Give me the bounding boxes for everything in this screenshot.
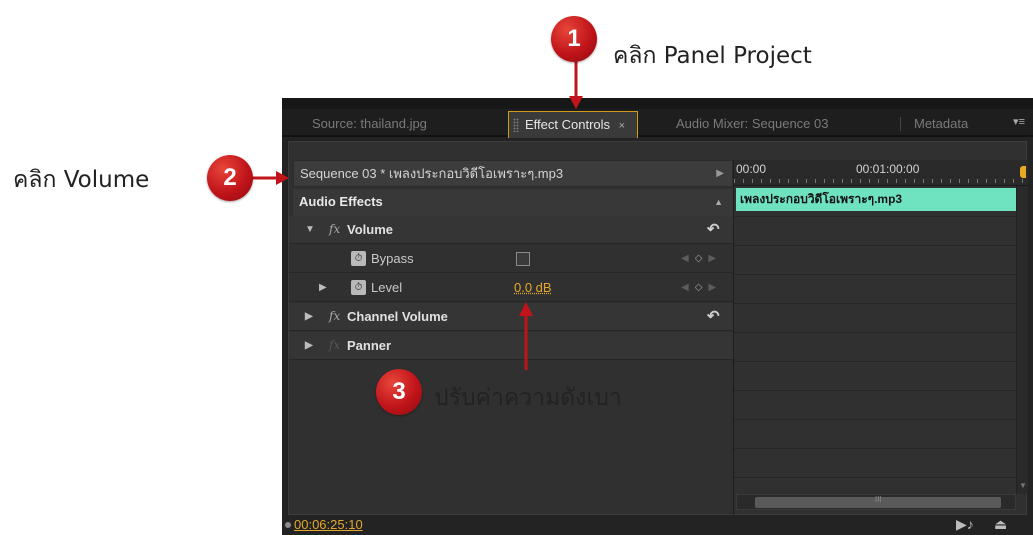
stopwatch-icon[interactable]: ⏱: [351, 280, 366, 295]
fx-icon[interactable]: fx: [329, 303, 340, 330]
scroll-grip: III: [875, 495, 882, 504]
audio-effects-header: Audio Effects ▲: [293, 189, 733, 217]
horizontal-scrollbar[interactable]: III: [736, 494, 1016, 510]
step-1-callout: 1: [551, 16, 597, 62]
panel-tab-bar: Source: thailand.jpg Effect Controls × A…: [282, 109, 1033, 138]
tab-metadata[interactable]: Metadata: [902, 111, 980, 137]
current-timecode[interactable]: 00:06:25:10: [294, 517, 363, 532]
scroll-thumb[interactable]: III: [755, 495, 1001, 508]
channel-volume-label: Channel Volume: [347, 309, 448, 324]
panel-menu-icon[interactable]: ▾≡: [1013, 115, 1025, 128]
panel-footer: 00:06:25:10 ▶♪ ⏏: [282, 515, 1033, 535]
expand-right-icon[interactable]: ▶: [305, 332, 313, 359]
sequence-label: Sequence 03 * เพลงประกอบวิดีโอเพราะๆ.mp3: [300, 166, 564, 181]
step-3-text: ปรับค่าความดังเบา: [434, 385, 622, 411]
ruler-ticks: [734, 179, 1028, 183]
level-value[interactable]: 0.0 dB: [514, 274, 552, 301]
tab-effect-controls[interactable]: Effect Controls ×: [508, 111, 639, 138]
playhead-marker[interactable]: [1020, 166, 1026, 178]
step-3-arrow: [519, 302, 533, 370]
expand-down-icon[interactable]: ▼: [305, 216, 315, 243]
step-1-text: คลิก Panel Project: [613, 43, 812, 69]
vertical-scrollbar[interactable]: ▼: [1016, 186, 1028, 494]
step-2-arrow: [252, 171, 289, 185]
timeline-grid: [734, 216, 1016, 492]
reset-icon[interactable]: ↶: [707, 303, 720, 330]
play-audio-icon[interactable]: ▶♪: [956, 516, 974, 533]
stopwatch-icon[interactable]: ⏱: [351, 251, 366, 266]
level-label: Level: [371, 280, 403, 295]
keyframe-nav-icon[interactable]: ◀◇▶: [681, 245, 722, 272]
drag-grip-icon[interactable]: [513, 118, 519, 132]
effect-row-panner[interactable]: ▶ fx Panner: [289, 332, 733, 360]
tab-source-label: Source: thailand.jpg: [312, 116, 427, 131]
tab-audio-mixer[interactable]: Audio Mixer: Sequence 03: [664, 111, 840, 137]
bypass-label: Bypass: [371, 251, 414, 266]
caret-up-icon[interactable]: ▲: [714, 189, 723, 215]
param-row-level: ▶ ⏱ Level 0.0 dB ◀◇▶: [289, 274, 733, 302]
time-ruler[interactable]: 00:00 00:01:00:00: [734, 160, 1028, 186]
reset-icon[interactable]: ↶: [707, 216, 720, 243]
expand-right-icon[interactable]: ▶: [305, 303, 313, 330]
time-mark: 00:01:00:00: [856, 162, 920, 176]
audio-clip[interactable]: เพลงประกอบวิดีโอเพราะๆ.mp3: [736, 188, 1016, 211]
scroll-down-icon[interactable]: ▼: [1019, 481, 1027, 490]
keyframe-nav-icon[interactable]: ◀◇▶: [681, 274, 722, 301]
tab-source[interactable]: Source: thailand.jpg: [300, 111, 439, 137]
tab-effect-controls-label: Effect Controls: [525, 117, 611, 132]
step-3-callout: 3: [376, 369, 422, 415]
effect-controls-content: Sequence 03 * เพลงประกอบวิดีโอเพราะๆ.mp3…: [288, 141, 1028, 516]
tab-metadata-label: Metadata: [914, 116, 969, 131]
effect-controls-panel: Source: thailand.jpg Effect Controls × A…: [282, 98, 1033, 535]
fx-icon[interactable]: fx: [329, 332, 340, 359]
effect-row-channel-volume[interactable]: ▶ fx Channel Volume ↶: [289, 303, 733, 331]
export-icon[interactable]: ⏏: [994, 516, 1007, 533]
expand-right-icon[interactable]: ▶: [319, 274, 327, 301]
step-2-callout: 2: [207, 155, 253, 201]
effect-timeline[interactable]: 00:00 00:01:00:00 เพลงประกอบวิดีโอเพราะๆ…: [733, 160, 1028, 516]
audio-effects-label: Audio Effects: [299, 194, 383, 209]
sequence-clip-row[interactable]: Sequence 03 * เพลงประกอบวิดีโอเพราะๆ.mp3…: [293, 160, 733, 187]
panner-label: Panner: [347, 338, 392, 353]
bypass-checkbox[interactable]: [516, 252, 530, 266]
tab-audio-mixer-label: Audio Mixer: Sequence 03: [676, 116, 829, 131]
param-row-bypass: ⏱ Bypass ◀◇▶: [289, 245, 733, 273]
step-1-arrow: [569, 60, 583, 109]
fx-icon[interactable]: fx: [329, 216, 340, 243]
tab-divider: [900, 117, 901, 131]
time-start: 00:00: [736, 162, 767, 176]
play-icon[interactable]: ▶: [716, 161, 724, 186]
timecode-indicator-icon: [285, 522, 291, 528]
effect-row-volume[interactable]: ▼ fx Volume ↶: [289, 216, 733, 244]
step-2-text: คลิก Volume: [13, 167, 150, 193]
volume-label: Volume: [347, 222, 393, 237]
panel-top-strip: [282, 98, 1033, 109]
close-icon[interactable]: ×: [619, 120, 625, 132]
